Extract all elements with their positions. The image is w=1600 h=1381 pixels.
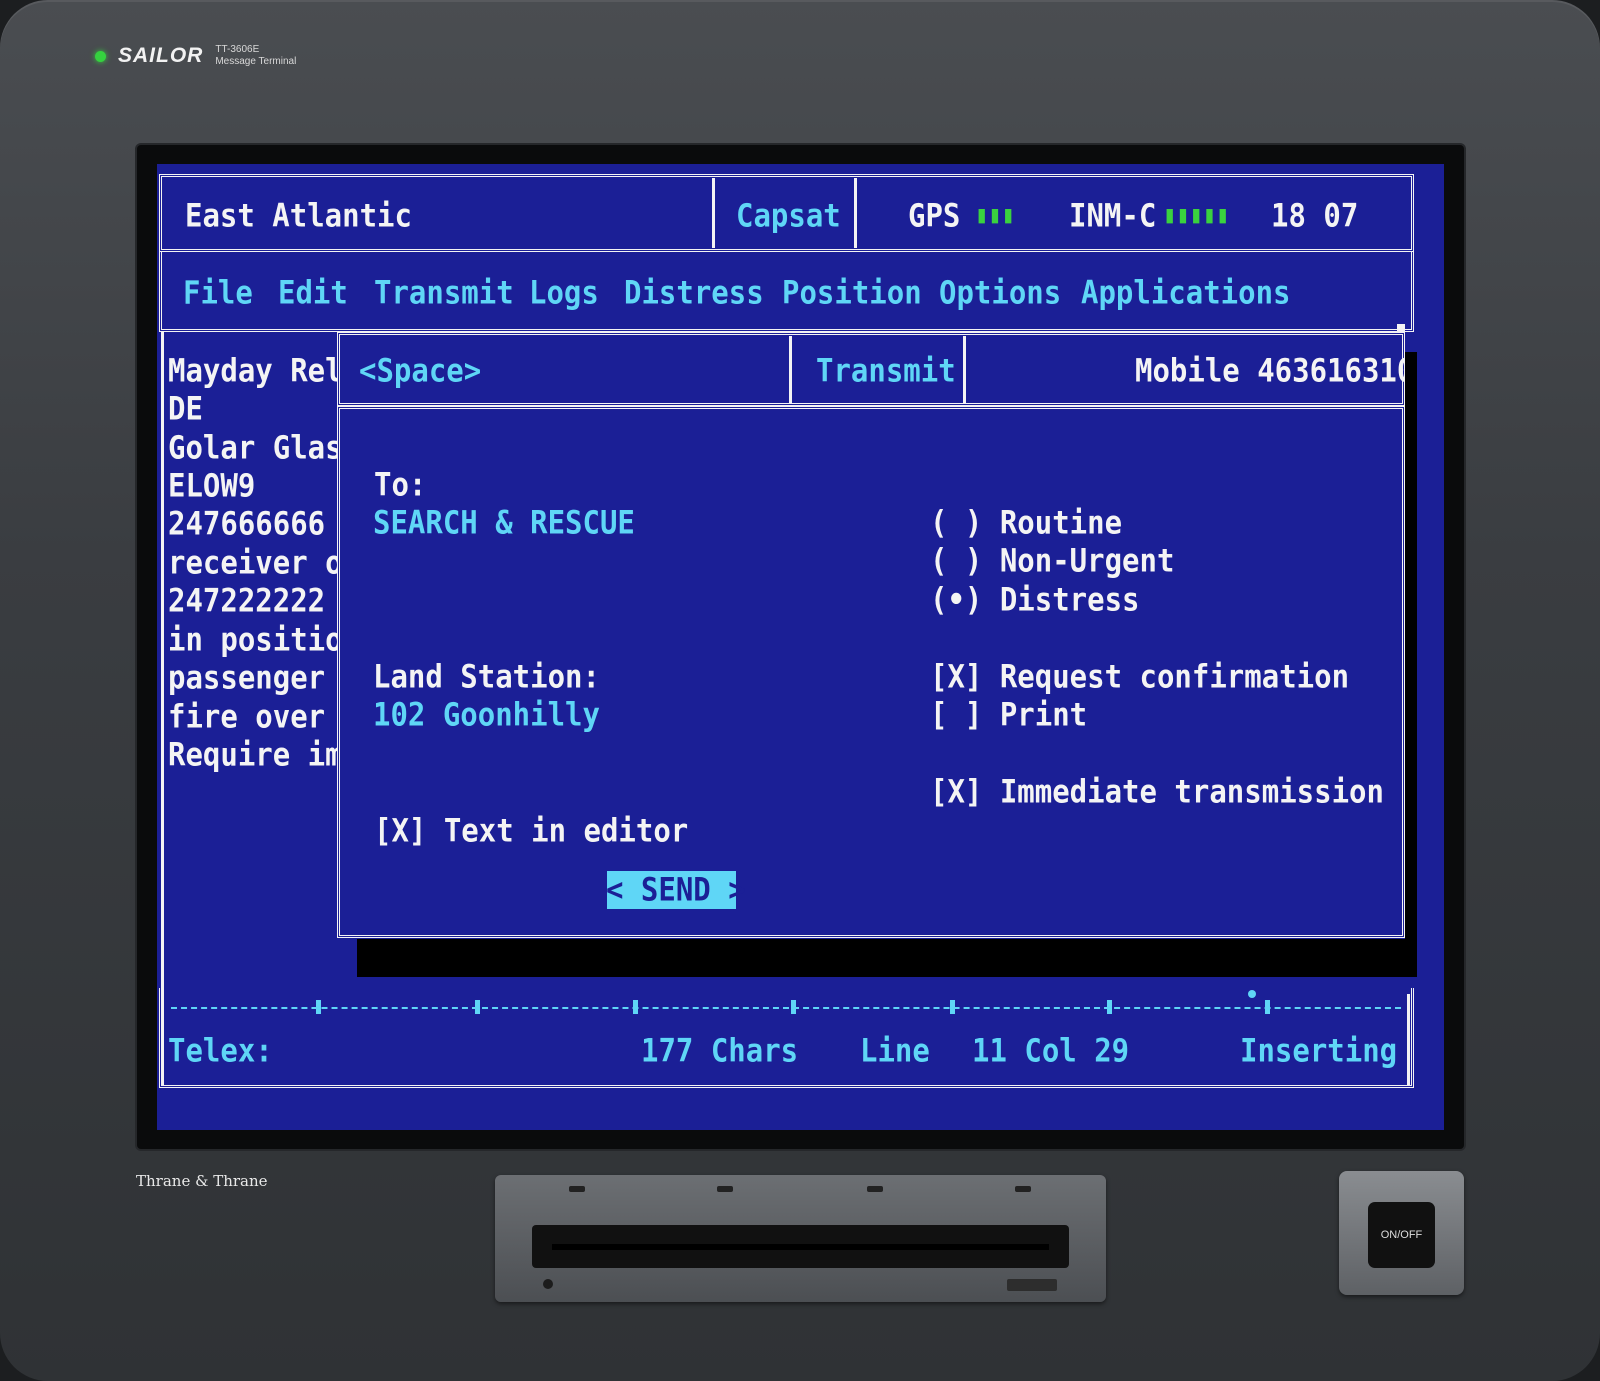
immediate-transmission-checkbox[interactable]: [X] Immediate transmission [930,773,1384,810]
to-field[interactable]: SEARCH & RESCUE [373,504,635,541]
land-station-label: Land Station: [373,658,600,696]
inmarsat-label: INM-C [1069,197,1157,235]
priority-non-urgent-radio[interactable]: ( ) Non-Urgent [930,542,1174,579]
priority-distress-radio[interactable]: (•) Distress [930,581,1140,618]
send-button-label: < SEND > [606,871,746,909]
menu-position[interactable]: Position [782,274,922,311]
menu-transmit[interactable]: Transmit [374,274,514,311]
editor-line: fire over [168,698,326,736]
editor-line: ELOW9 [168,467,256,505]
editor-line: Mayday Rel [168,352,343,390]
menu-logs[interactable]: Logs [529,274,599,311]
slot-notch [867,1186,883,1192]
power-button[interactable]: ON/OFF [1368,1202,1435,1268]
editor-line: in positio [168,621,343,659]
region-label: East Atlantic [185,197,412,235]
editor-line: 247222222 [168,582,326,620]
editor-line: receiver o [168,544,343,582]
menu-applications[interactable]: Applications [1081,274,1291,311]
service-label: Capsat [736,197,841,235]
dialog-title-divider [789,336,792,404]
land-station-field[interactable]: 102 Goonhilly [373,696,600,733]
power-led-icon [95,50,106,62]
terminal-screen: East Atlantic Capsat GPS ▮▮▮ INM-C ▮▮▮▮▮… [157,164,1444,1130]
model-number: TT-3606E [215,44,260,55]
text-in-editor-checkbox[interactable]: [X] Text in editor [374,812,688,849]
request-confirmation-checkbox[interactable]: [X] Request confirmation [930,658,1349,695]
print-checkbox[interactable]: [ ] Print [930,696,1087,733]
model-info: TT-3606E Message Terminal [215,44,296,68]
slot-led-icon [543,1279,553,1289]
clock: 18 07 [1271,197,1359,235]
editor-line: Require im [168,736,343,774]
editor-frame-left [161,332,164,1086]
editor-line: 247666666 [168,505,326,543]
footer-frame [159,988,1414,1088]
slot-eject-tab[interactable] [1007,1279,1057,1291]
slot-notch [717,1186,733,1192]
terminal-device: SAILOR TT-3606E Message Terminal East At… [0,0,1600,1381]
manufacturer-label: Thrane & Thrane [136,1172,268,1190]
dialog-title-divider [963,336,966,404]
menu-edit[interactable]: Edit [278,274,348,311]
editor-line: Golar Glas [168,429,343,467]
slot-opening [532,1225,1069,1268]
model-description: Message Terminal [215,56,297,67]
editor-line: DE [168,390,203,428]
brand-name: SAILOR [118,44,204,67]
gps-signal-icon: ▮▮▮ [975,201,1015,229]
status-divider [854,178,857,248]
to-label: To: [374,466,427,504]
dialog-shadow [1405,352,1417,977]
menu-options[interactable]: Options [939,274,1061,311]
mobile-number: Mobile 463616310 [1135,352,1415,390]
card-slot [495,1175,1106,1302]
slot-notch [1015,1186,1031,1192]
editor-line: passenger [168,659,326,697]
power-panel: ON/OFF [1339,1171,1464,1295]
menu-file[interactable]: File [183,274,253,311]
menu-distress[interactable]: Distress [624,274,764,311]
priority-routine-radio[interactable]: ( ) Routine [930,504,1122,541]
gps-label: GPS [908,197,961,235]
brand-header: SAILOR TT-3606E Message Terminal [95,44,296,68]
key-hint: <Space> [359,352,482,390]
slot-notch [569,1186,585,1192]
inmarsat-signal-icon: ▮▮▮▮▮ [1163,201,1230,229]
dialog-shadow [357,939,1417,977]
status-divider [712,178,715,248]
send-button[interactable]: < SEND > [606,871,746,909]
dialog-title: Transmit [816,352,956,390]
